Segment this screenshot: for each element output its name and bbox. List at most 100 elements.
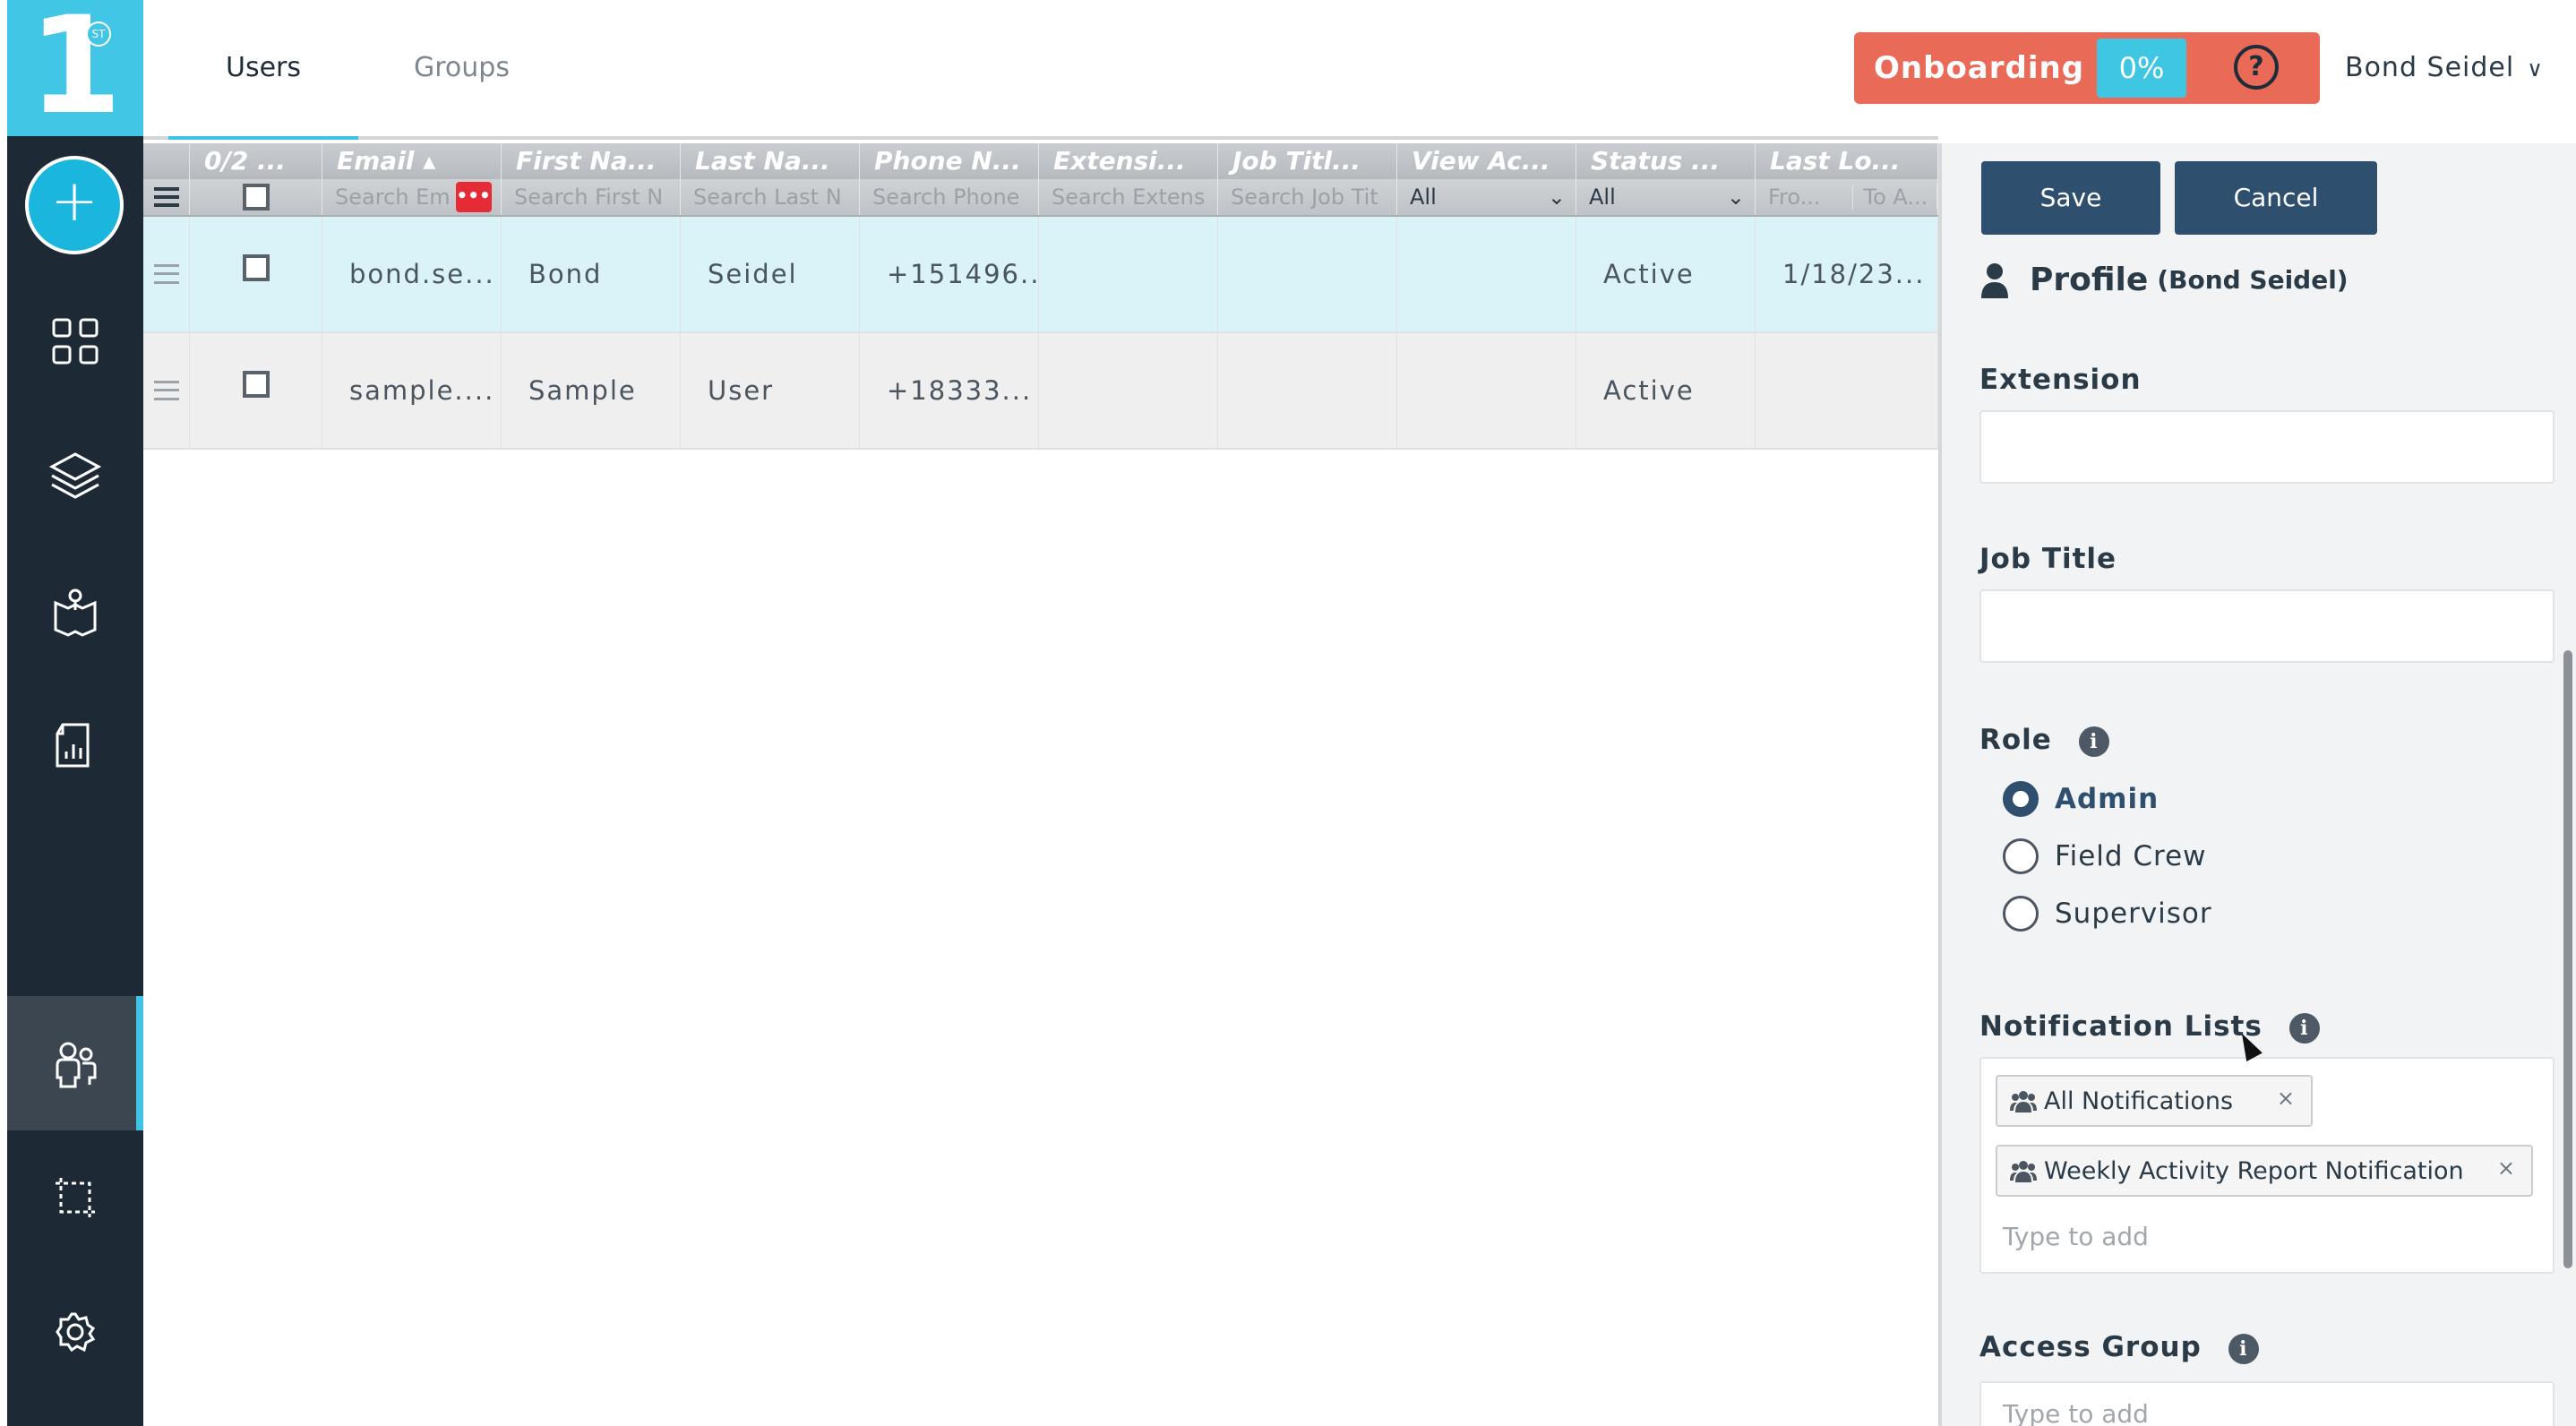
column-header-email[interactable]: Email ▴ (322, 143, 502, 179)
info-icon[interactable]: i (2288, 1012, 2320, 1044)
menu-icon (153, 187, 179, 207)
notification-type-input[interactable]: Type to add (2003, 1222, 2149, 1251)
profile-heading: Profile (Bond Seidel) (1979, 262, 2348, 298)
row-drag-handle[interactable] (143, 217, 190, 331)
cell-last-login (1756, 333, 1938, 448)
close-icon[interactable]: × (2277, 1086, 2295, 1111)
table-row[interactable]: sample.... Sample User +18333... Active (143, 333, 1938, 450)
cell-extension (1039, 217, 1218, 331)
radio-button[interactable] (2003, 838, 2039, 874)
access-group-field[interactable]: Type to add (1979, 1381, 2555, 1426)
app-logo[interactable]: 1 ST (7, 0, 143, 136)
cancel-button[interactable]: Cancel (2175, 161, 2377, 235)
access-group-label: Access Group (1979, 1331, 2202, 1363)
job-title-filter-input[interactable]: Search Job Tit (1218, 179, 1397, 215)
column-header-phone[interactable]: Phone N... (860, 143, 1039, 179)
column-header-first-name[interactable]: First Na... (502, 143, 681, 179)
role-option-label: Field Crew (2055, 840, 2207, 872)
role-option-supervisor[interactable]: Supervisor (2003, 896, 2212, 932)
notification-tag: Weekly Activity Report Notification × (1996, 1145, 2533, 1197)
user-menu[interactable]: Bond Seidel ∨ (2345, 52, 2544, 83)
extension-filter-input[interactable]: Search Extens (1039, 179, 1218, 215)
column-header-extension[interactable]: Extensi... (1039, 143, 1218, 179)
sidebar-item-dashboard[interactable] (7, 274, 143, 408)
layers-icon (48, 452, 102, 499)
user-detail-panel: Save Cancel Profile (Bond Seidel) Extens… (1938, 143, 2576, 1426)
profile-name: (Bond Seidel) (2157, 265, 2348, 295)
phone-filter-input[interactable]: Search Phone (860, 179, 1039, 215)
drag-handle-icon (153, 264, 179, 284)
info-icon[interactable]: i (2228, 1333, 2259, 1364)
grid-filter-row: Search Em ••• Search First N Search Last … (143, 179, 1938, 217)
add-button[interactable]: + (25, 156, 124, 254)
map-location-icon (54, 588, 97, 637)
panel-scrollbar[interactable] (2563, 650, 2572, 1268)
tab-users[interactable]: Users (226, 52, 301, 83)
chevron-down-icon: ∨ (2527, 56, 2544, 82)
more-options-icon[interactable]: ••• (455, 182, 492, 212)
email-filter[interactable]: Search Em ••• (322, 179, 502, 215)
radio-button[interactable] (2003, 896, 2039, 932)
select-all-checkbox[interactable] (242, 184, 270, 210)
dashboard-grid-icon (52, 318, 99, 365)
notification-lists-field[interactable]: All Notifications × Weekly Activity Repo… (1979, 1057, 2555, 1274)
close-icon[interactable]: × (2497, 1155, 2515, 1181)
cell-email: bond.se... (322, 217, 502, 331)
column-menu-button[interactable] (143, 179, 190, 215)
table-row[interactable]: bond.se... Bond Seidel +151496... Active… (143, 217, 1938, 333)
column-header-status[interactable]: Status ... (1576, 143, 1756, 179)
column-header-handle (143, 143, 190, 179)
cell-last-login: 1/18/23... (1756, 217, 1938, 331)
tab-groups[interactable]: Groups (414, 52, 510, 83)
role-option-field-crew[interactable]: Field Crew (2003, 838, 2207, 874)
sidebar-item-settings[interactable] (7, 1265, 143, 1399)
active-tab-indicator (168, 136, 358, 140)
question-circle-icon[interactable]: ? (2234, 45, 2279, 90)
save-button[interactable]: Save (1981, 161, 2160, 235)
last-name-filter-input[interactable]: Search Last N (681, 179, 860, 215)
last-login-filter: Fro... To A... (1756, 179, 1938, 215)
cell-first-name: Sample (502, 333, 681, 448)
drag-handle-icon (153, 381, 179, 400)
status-filter[interactable]: All ⌄ (1576, 179, 1756, 215)
radio-button[interactable] (2003, 781, 2039, 817)
job-title-field[interactable] (1979, 589, 2555, 663)
profile-title: Profile (2030, 262, 2149, 298)
first-name-filter-input[interactable]: Search First N (502, 179, 681, 215)
cell-last-name: User (681, 333, 860, 448)
sidebar-item-map[interactable] (7, 543, 143, 677)
info-icon[interactable]: i (2078, 726, 2109, 757)
cell-view-access (1397, 333, 1576, 448)
role-option-admin[interactable]: Admin (2003, 781, 2159, 817)
column-header-view-access[interactable]: View Ac... (1397, 143, 1576, 179)
onboarding-percent: 0% (2097, 39, 2187, 98)
row-checkbox[interactable] (242, 371, 270, 398)
cell-email: sample.... (322, 333, 502, 448)
email-filter-input[interactable]: Search Em (335, 185, 451, 210)
cell-phone: +151496... (860, 217, 1039, 331)
column-header-last-login[interactable]: Last Lo... (1756, 143, 1938, 179)
sidebar-item-users[interactable] (7, 996, 143, 1130)
sidebar-item-crop[interactable] (7, 1130, 143, 1265)
logo-mark: 1 (28, 0, 123, 144)
column-header-job-title[interactable]: Job Titl... (1218, 143, 1397, 179)
view-access-filter[interactable]: All ⌄ (1397, 179, 1576, 215)
last-login-to-input[interactable]: To A... (1853, 185, 1937, 210)
user-name: Bond Seidel (2345, 52, 2515, 83)
column-header-selection[interactable]: 0/2 ... (190, 143, 322, 179)
sidebar-item-layers[interactable] (7, 408, 143, 543)
onboarding-label: Onboarding (1874, 50, 2085, 86)
status-filter-value: All (1589, 185, 1616, 210)
extension-field[interactable] (1979, 410, 2555, 484)
row-drag-handle[interactable] (143, 333, 190, 448)
column-header-last-name[interactable]: Last Na... (681, 143, 860, 179)
users-grid: 0/2 ... Email ▴ First Na... Last Na... P… (143, 143, 1938, 450)
row-select-cell (190, 217, 322, 331)
cell-job-title (1218, 333, 1397, 448)
row-checkbox[interactable] (242, 254, 270, 281)
role-option-label: Supervisor (2055, 898, 2212, 930)
sidebar-item-reports[interactable] (7, 677, 143, 812)
job-title-label: Job Title (1979, 543, 2117, 575)
last-login-from-input[interactable]: Fro... (1768, 185, 1853, 210)
view-access-filter-value: All (1410, 185, 1437, 210)
